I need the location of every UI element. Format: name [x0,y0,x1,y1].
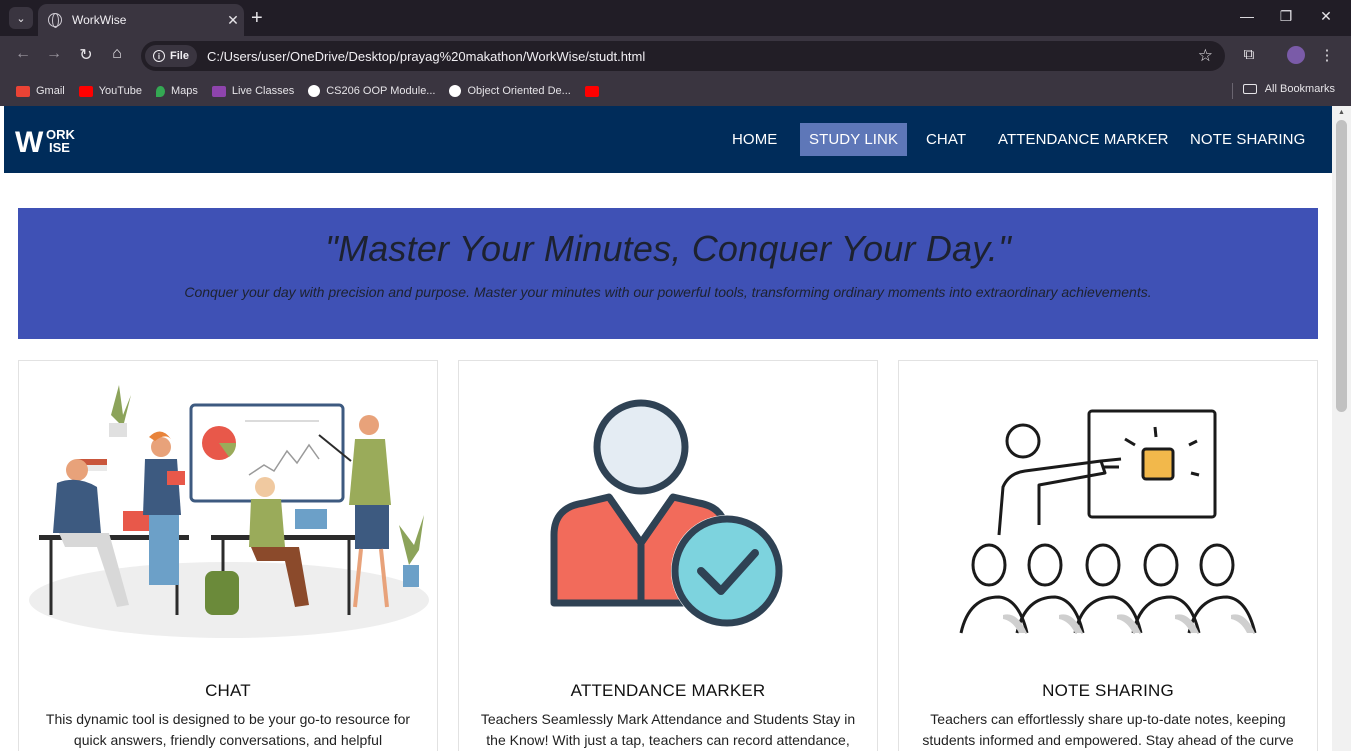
feature-card-note-sharing[interactable]: NOTE SHARING Teachers can effortlessly s… [898,360,1318,751]
info-icon: i [153,50,165,62]
maps-pin-icon [155,85,165,97]
card-title-attendance: ATTENDANCE MARKER [570,681,766,700]
card-text-attendance: Teachers Seamlessly Mark Attendance and … [480,711,856,748]
url-text[interactable]: C:/Users/user/OneDrive/Desktop/prayag%20… [207,49,1198,64]
menu-kebab-icon[interactable]: ⋮ [1317,46,1337,64]
live-classes-icon [211,85,226,97]
bookmark-youtube-2[interactable] [584,85,605,97]
restore-icon[interactable]: ❐ [1276,8,1296,25]
folder-icon [1242,84,1257,94]
course-site-icon [449,85,462,97]
youtube-icon [584,85,599,97]
svg-text:W: W [15,127,44,153]
hero-subtitle: Conquer your day with precision and purp… [184,284,1152,300]
forward-icon[interactable]: → [43,45,65,63]
card-text-note-sharing: Teachers can effortlessly share up-to-da… [922,711,1294,748]
bookmark-gmail[interactable]: Gmail [16,85,65,97]
bookmarks-divider [1232,83,1233,99]
bookmark-maps[interactable]: Maps [155,85,198,97]
nav-attendance-marker[interactable]: ATTENDANCE MARKER [989,123,1178,156]
feature-card-chat[interactable]: CHAT This dynamic tool is designed to be… [18,360,438,751]
reload-icon[interactable]: ↻ [75,45,97,65]
classroom-presentation-illustration [959,409,1257,634]
file-chip-label: File [170,50,189,62]
globe-icon [48,13,62,28]
new-tab-button[interactable]: + [251,8,263,28]
home-icon[interactable]: ⌂ [106,45,128,63]
nav-study-link[interactable]: STUDY LINK [800,123,908,156]
browser-tab[interactable]: WorkWise ✕ [38,4,244,36]
site-info-chip[interactable]: i File [145,45,197,67]
address-bar[interactable]: i File C:/Users/user/OneDrive/Desktop/pr… [141,41,1225,71]
back-icon[interactable]: ← [12,45,34,63]
workwise-logo[interactable]: W ORK ISE [15,127,99,153]
tab-search-button[interactable]: ⌄ [9,7,33,29]
scroll-up-arrow-icon[interactable]: ▲ [1338,109,1345,116]
tab-title: WorkWise [72,13,127,27]
card-text-chat: This dynamic tool is designed to be your… [45,711,411,748]
attendance-check-user-icon [550,399,783,627]
profile-avatar[interactable] [1287,46,1305,64]
browser-toolbar: ← → ↻ ⌂ i File C:/Users/user/OneDrive/De… [0,36,1351,76]
gmail-icon [16,85,30,97]
course-site-icon [308,85,321,97]
bookmark-star-icon[interactable]: ☆ [1198,46,1213,66]
bookmark-live-classes[interactable]: Live Classes [211,85,294,97]
close-window-icon[interactable]: ✕ [1316,8,1336,25]
feature-card-attendance[interactable]: ATTENDANCE MARKER Teachers Seamlessly Ma… [458,360,878,751]
card-title-note-sharing: NOTE SHARING [1042,681,1174,700]
card-title-chat: CHAT [205,681,251,700]
close-tab-icon[interactable]: ✕ [222,12,244,29]
minimize-icon[interactable]: — [1237,8,1257,24]
chevron-down-icon: ⌄ [16,12,26,25]
browser-chrome: ⌄ WorkWise ✕ + — ❐ ✕ ← → ↻ ⌂ i File C:/U… [0,0,1351,106]
nav-chat[interactable]: CHAT [917,123,975,156]
bookmark-cs206[interactable]: CS206 OOP Module... [308,85,435,97]
bookmark-object-oriented[interactable]: Object Oriented De... [449,85,571,97]
hero-banner: "Master Your Minutes, Conquer Your Day."… [18,208,1318,339]
tab-strip: ⌄ WorkWise ✕ + — ❐ ✕ [0,0,1351,36]
page-scrollbar[interactable]: ▲ [1332,106,1351,751]
youtube-icon [78,85,93,97]
web-page: W ORK ISE HOME STUDY LINK CHAT ATTENDANC… [4,106,1332,751]
svg-text:ISE: ISE [49,140,70,153]
bookmarks-bar: Gmail YouTube Maps Live Classes CS206 OO… [0,76,1351,106]
nav-note-sharing[interactable]: NOTE SHARING [1181,123,1314,156]
bookmark-youtube[interactable]: YouTube [78,85,142,97]
site-navbar: W ORK ISE HOME STUDY LINK CHAT ATTENDANC… [4,106,1332,173]
extensions-icon[interactable]: ⧉ [1239,46,1259,63]
hero-title: "Master Your Minutes, Conquer Your Day." [325,228,1011,269]
all-bookmarks-button[interactable]: All Bookmarks [1242,83,1335,95]
scrollbar-thumb[interactable] [1336,120,1347,412]
team-meeting-illustration [29,385,429,638]
nav-home[interactable]: HOME [723,123,786,156]
